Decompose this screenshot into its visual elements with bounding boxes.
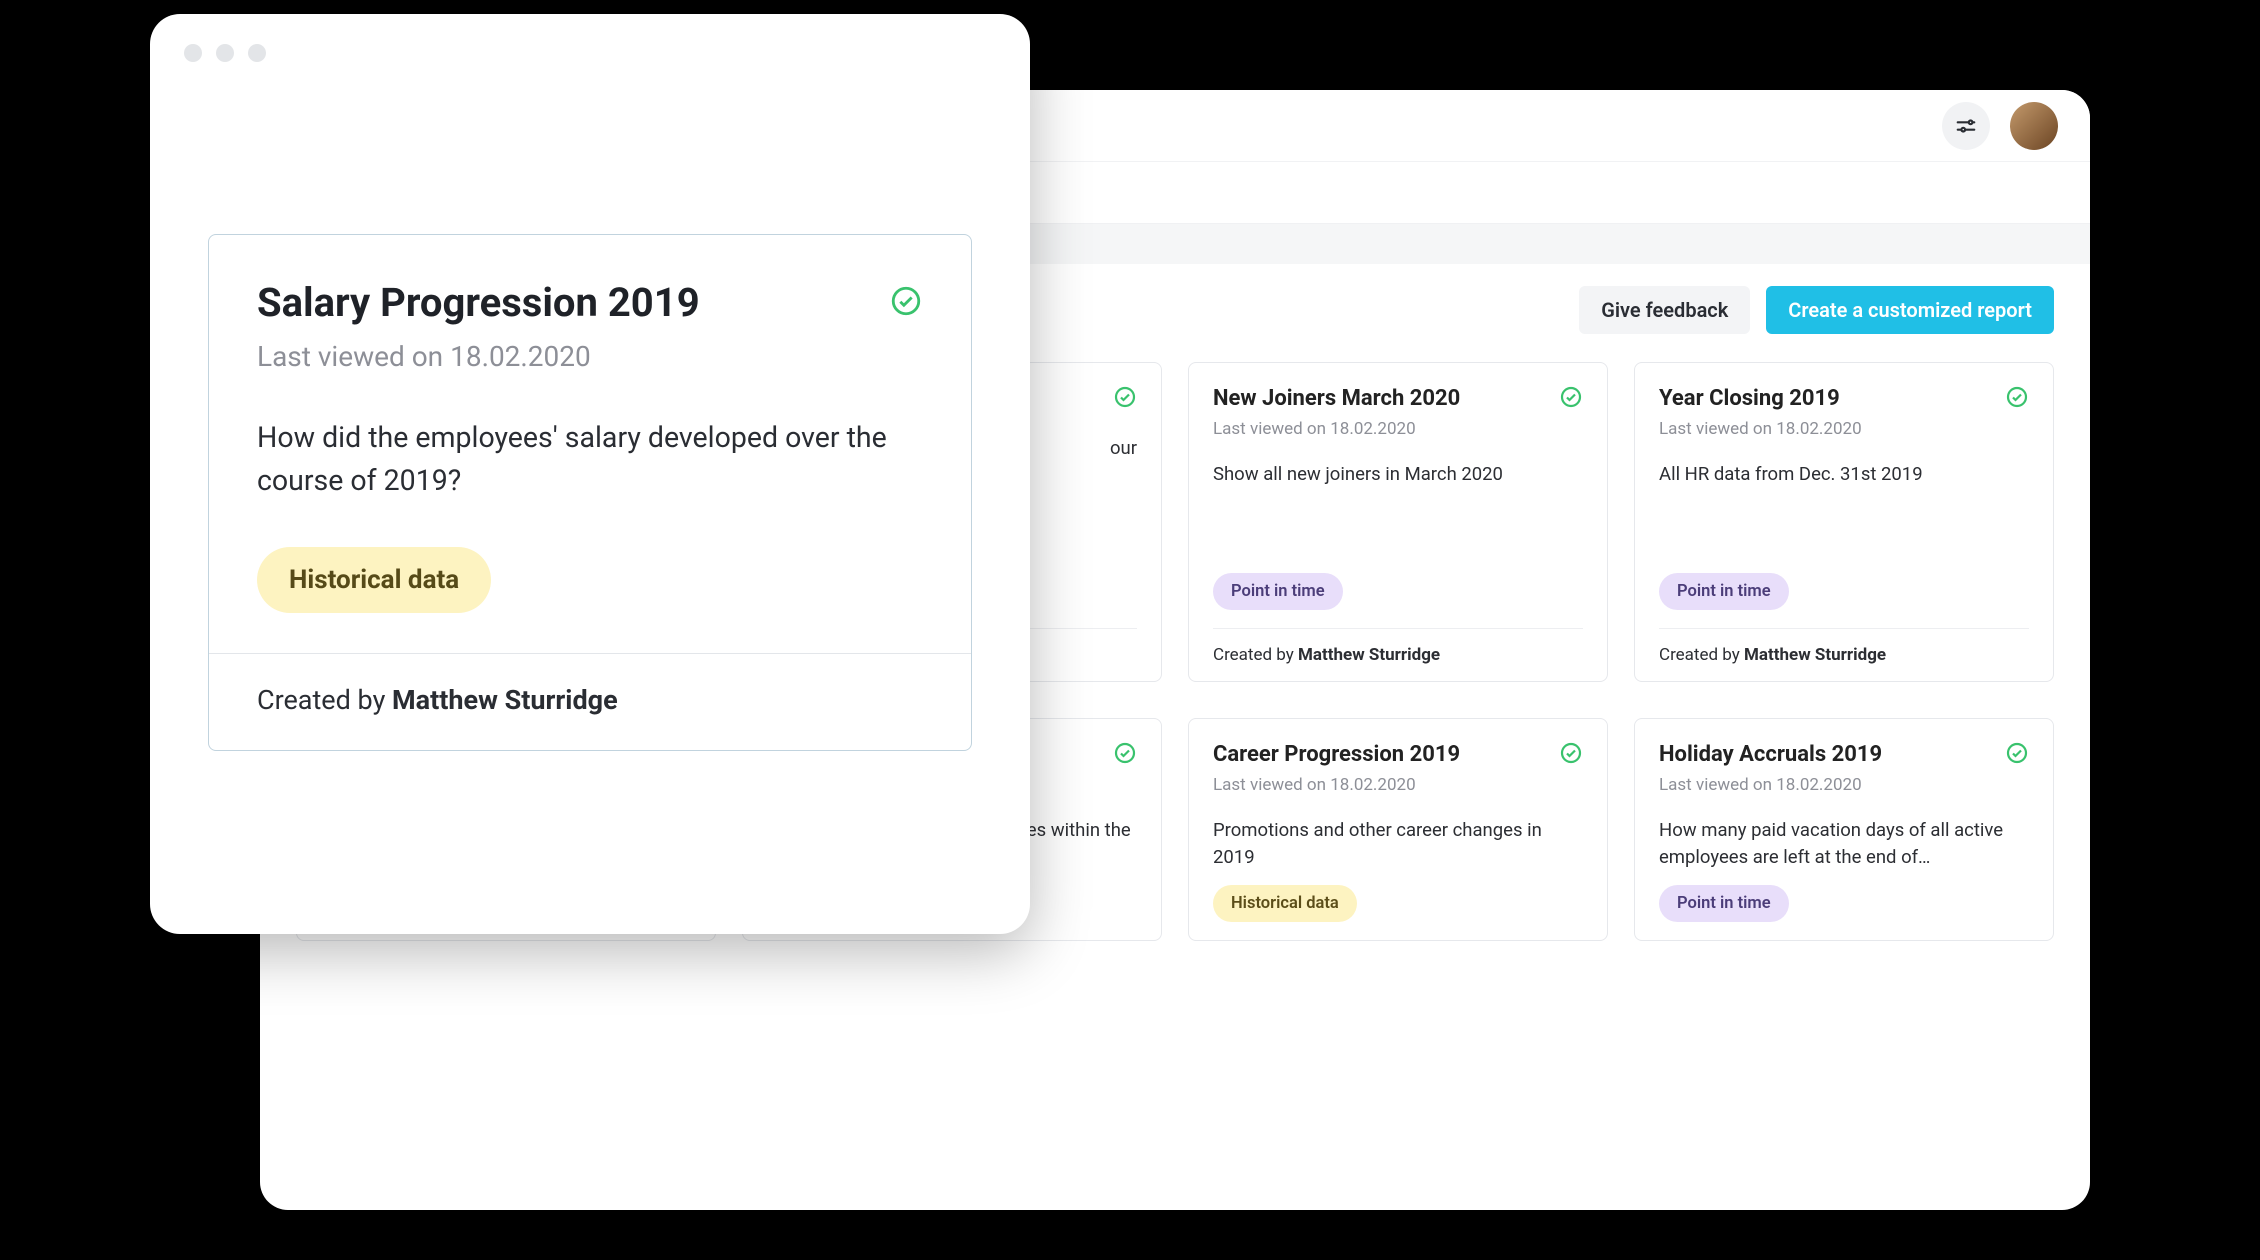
- window-controls: [184, 44, 266, 62]
- card-desc: Promotions and other career changes in 2…: [1213, 817, 1583, 871]
- check-icon: [1559, 385, 1583, 413]
- card-desc: Show all new joiners in March 2020: [1213, 461, 1583, 559]
- report-detail-card[interactable]: Salary Progression 2019 Last viewed on 1…: [208, 234, 972, 751]
- report-card[interactable]: Career Progression 2019 Last viewed on 1…: [1188, 718, 1608, 941]
- card-subtitle: Last viewed on 18.02.2020: [1659, 419, 2029, 439]
- modal-title: Salary Progression 2019: [257, 279, 700, 326]
- window-dot[interactable]: [216, 44, 234, 62]
- tag-historical-data: Historical data: [1213, 885, 1357, 922]
- check-icon: [1559, 741, 1583, 769]
- card-footer: Created by Matthew Sturridge: [1213, 628, 1583, 681]
- window-dot[interactable]: [184, 44, 202, 62]
- check-icon: [2005, 385, 2029, 413]
- card-subtitle: Last viewed on 18.02.2020: [1213, 419, 1583, 439]
- check-icon: [889, 284, 923, 322]
- create-report-button[interactable]: Create a customized report: [1766, 286, 2054, 334]
- report-card[interactable]: Holiday Accruals 2019 Last viewed on 18.…: [1634, 718, 2054, 941]
- check-icon: [1113, 741, 1137, 769]
- window-dot[interactable]: [248, 44, 266, 62]
- report-card[interactable]: Year Closing 2019 Last viewed on 18.02.2…: [1634, 362, 2054, 682]
- card-title: Holiday Accruals 2019: [1659, 741, 1882, 769]
- check-icon: [1113, 385, 1137, 413]
- report-card[interactable]: New Joiners March 2020 Last viewed on 18…: [1188, 362, 1608, 682]
- card-title: Year Closing 2019: [1659, 385, 1840, 413]
- modal-subtitle: Last viewed on 18.02.2020: [257, 340, 923, 373]
- tag-point-in-time: Point in time: [1659, 885, 1789, 922]
- card-title: Career Progression 2019: [1213, 741, 1460, 769]
- card-footer: Created by Matthew Sturridge: [1659, 628, 2029, 681]
- card-subtitle: Last viewed on 18.02.2020: [1213, 775, 1583, 795]
- avatar[interactable]: [2010, 102, 2058, 150]
- tag-historical-data: Historical data: [257, 547, 491, 613]
- card-title: New Joiners March 2020: [1213, 385, 1460, 413]
- give-feedback-button[interactable]: Give feedback: [1579, 286, 1750, 334]
- tag-point-in-time: Point in time: [1659, 573, 1789, 610]
- card-desc: How many paid vacation days of all activ…: [1659, 817, 2029, 871]
- check-icon: [2005, 741, 2029, 769]
- modal-footer: Created by Matthew Sturridge: [209, 653, 971, 750]
- modal-description: How did the employees' salary developed …: [257, 417, 923, 503]
- tag-point-in-time: Point in time: [1213, 573, 1343, 610]
- sliders-icon: [1955, 115, 1977, 137]
- card-subtitle: Last viewed on 18.02.2020: [1659, 775, 2029, 795]
- card-desc: All HR data from Dec. 31st 2019: [1659, 461, 2029, 559]
- settings-button[interactable]: [1942, 102, 1990, 150]
- modal-window: Salary Progression 2019 Last viewed on 1…: [150, 14, 1030, 934]
